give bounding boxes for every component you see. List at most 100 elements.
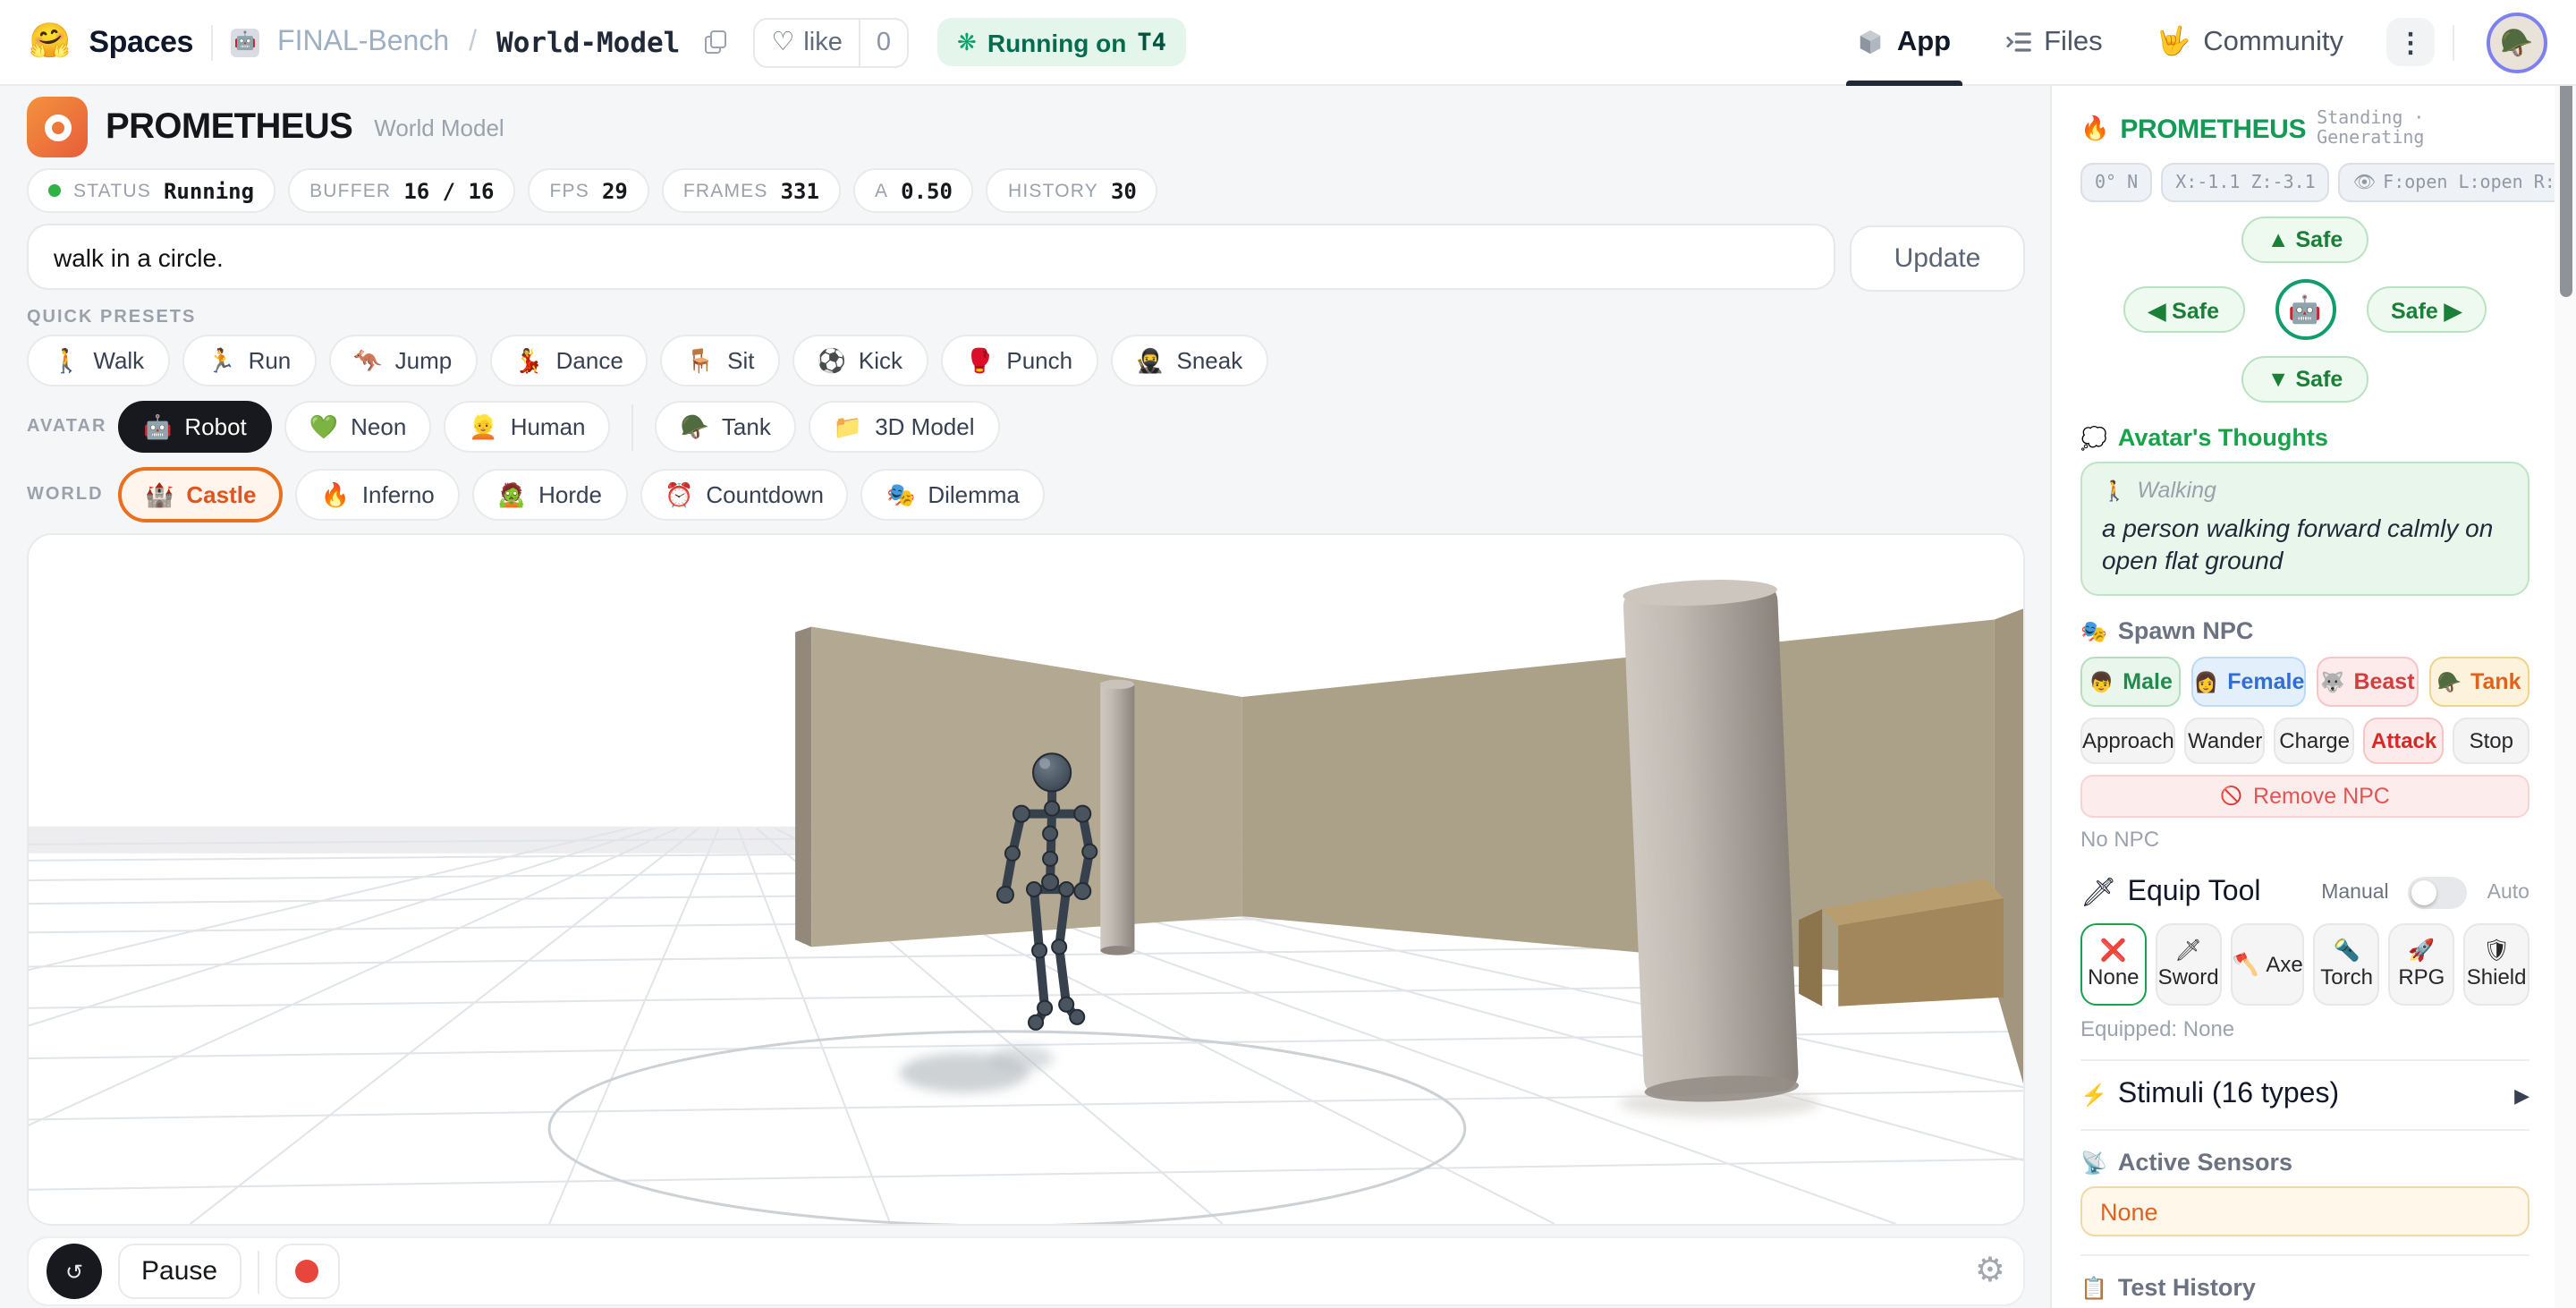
pause-button[interactable]: Pause	[118, 1244, 242, 1299]
update-button[interactable]: Update	[1850, 225, 2025, 292]
dilemma-icon: 🎭	[886, 481, 916, 508]
folder-icon: 📁	[833, 413, 863, 440]
breadcrumb-repo[interactable]: World-Model	[496, 26, 680, 58]
top-header: 🤗 Spaces 🤖 FINAL-Bench / World-Model ♡ l…	[0, 0, 2576, 86]
tank-icon: 🪖	[2436, 672, 2462, 694]
attack-button[interactable]: Attack	[2363, 718, 2445, 765]
tool-rpg-button[interactable]: 🚀 RPG	[2388, 923, 2455, 1006]
history-label: HISTORY	[1007, 180, 1098, 201]
reset-button[interactable]: ↺	[47, 1244, 102, 1299]
avatar-human[interactable]: 👱 Human	[444, 401, 611, 453]
control-sidebar: 🔥 PROMETHEUS Standing · Generating 0° N …	[2050, 86, 2576, 1308]
preset-jump[interactable]: 🦘 Jump	[328, 335, 478, 386]
fps-label: FPS	[549, 180, 589, 201]
copy-icon[interactable]	[705, 30, 727, 54]
preset-sneak[interactable]: 🥷 Sneak	[1110, 335, 1268, 386]
npc-status: No NPC	[2080, 827, 2160, 853]
spawn-female-button[interactable]: 👩 Female	[2191, 657, 2307, 708]
stop-button[interactable]: Stop	[2453, 718, 2529, 765]
thoughts-box: 🚶 Walking a person walking forward calml…	[2080, 462, 2529, 597]
tab-files[interactable]: Files	[1987, 0, 2120, 85]
preset-sit[interactable]: 🪑 Sit	[660, 335, 780, 386]
sensors-value: None	[2100, 1198, 2158, 1226]
record-button[interactable]	[275, 1244, 340, 1299]
avatar-shadow	[899, 1045, 1055, 1093]
quick-presets-label: QUICK PRESETS	[27, 308, 197, 327]
expand-icon[interactable]: ▶	[2514, 1084, 2529, 1108]
hardware-label: T4	[1137, 28, 1166, 56]
like-widget[interactable]: ♡ like 0	[753, 17, 910, 67]
torch-icon: 🔦	[2333, 938, 2360, 964]
preset-kick[interactable]: ⚽ Kick	[792, 335, 928, 386]
remove-npc-button[interactable]: 🚫 Remove NPC	[2080, 775, 2529, 819]
avatar-robot[interactable]: 🤖 Robot	[118, 401, 272, 453]
preset-run[interactable]: 🏃 Run	[182, 335, 317, 386]
thoughts-header-row: 💭 Avatar's Thoughts	[2080, 424, 2529, 451]
avatar-tank[interactable]: 🪖 Tank	[655, 401, 796, 453]
auto-equip-toggle[interactable]	[2408, 877, 2468, 910]
history-header-row[interactable]: 📋 Test History	[2080, 1275, 2529, 1302]
frames-label: FRAMES	[682, 180, 768, 201]
small-pillar	[1100, 679, 1135, 956]
like-button[interactable]: ♡ like	[755, 19, 859, 65]
world-dilemma[interactable]: 🎭 Dilemma	[860, 469, 1045, 521]
main-panel: PROMETHEUS World Model STATUS Running BU…	[0, 86, 2050, 1308]
world-countdown[interactable]: ⏰ Countdown	[640, 469, 849, 521]
tab-app[interactable]: App	[1840, 0, 1969, 85]
world-castle[interactable]: 🏰 Castle	[118, 467, 284, 522]
world-viewport[interactable]	[27, 533, 2025, 1226]
like-count[interactable]: 0	[858, 19, 907, 65]
world-horde[interactable]: 🧟 Horde	[471, 469, 627, 521]
clipboard-icon: 📋	[2080, 1275, 2107, 1301]
masks-icon: 🎭	[2080, 618, 2107, 644]
safe-up-button[interactable]: ▲ Safe	[2241, 217, 2368, 263]
tool-axe-button[interactable]: 🪓 Axe	[2230, 923, 2305, 1006]
npc-behavior-row: Approach Wander Charge Attack Stop	[2080, 718, 2529, 765]
safe-down-button[interactable]: ▼ Safe	[2241, 356, 2368, 403]
tool-row: ❌ None 🗡 Sword 🪓 Axe 🔦 Torch 🚀 RPG 🛡 Shield	[2080, 923, 2529, 1006]
page-scrollbar[interactable]: ▲	[2555, 0, 2576, 1308]
stimuli-row[interactable]: ⚡ Stimuli (16 types) ▶	[2080, 1080, 2529, 1112]
tool-sword-button[interactable]: 🗡 Sword	[2155, 923, 2222, 1006]
huggingface-logo-icon[interactable]: 🤗	[29, 25, 71, 59]
breadcrumb-owner[interactable]: FINAL-Bench	[277, 26, 449, 58]
history-value: 30	[1110, 178, 1137, 203]
approach-button[interactable]: Approach	[2080, 718, 2176, 765]
preset-dance[interactable]: 💃 Dance	[489, 335, 648, 386]
countdown-icon: ⏰	[665, 481, 694, 508]
large-pillar	[1623, 580, 1800, 1102]
tool-none-button[interactable]: ❌ None	[2080, 923, 2147, 1006]
punch-icon: 🥊	[965, 347, 995, 374]
preset-punch[interactable]: 🥊 Punch	[940, 335, 1098, 386]
charge-button[interactable]: Charge	[2274, 718, 2355, 765]
prompt-input[interactable]	[27, 224, 1835, 290]
world-inferno[interactable]: 🔥 Inferno	[295, 469, 460, 521]
owner-avatar[interactable]: 🤖	[231, 28, 260, 56]
avatar-compass-icon: 🤖	[2275, 279, 2335, 340]
sensors-value-box: None	[2080, 1186, 2529, 1237]
fps-pill: FPS 29	[528, 168, 649, 213]
header-divider-2	[2453, 24, 2454, 60]
spawn-tank-button[interactable]: 🪖 Tank	[2428, 657, 2529, 708]
safe-right-button[interactable]: Safe ▶	[2366, 286, 2487, 333]
spawn-beast-button[interactable]: 🐺 Beast	[2317, 657, 2419, 708]
tool-shield-button[interactable]: 🛡 Shield	[2463, 923, 2529, 1006]
running-label: Running on	[987, 28, 1127, 56]
rpg-icon: 🚀	[2408, 938, 2436, 964]
user-avatar[interactable]: 🪖	[2487, 12, 2547, 72]
settings-gear-icon[interactable]: ⚙	[1975, 1254, 2005, 1288]
a-pill: A 0.50	[852, 168, 974, 213]
preset-walk[interactable]: 🚶 Walk	[27, 335, 170, 386]
avatar-state: Standing · Generating	[2317, 109, 2425, 149]
spaces-link[interactable]: Spaces	[89, 24, 193, 60]
wander-button[interactable]: Wander	[2184, 718, 2266, 765]
more-options-button[interactable]: ⋮	[2386, 18, 2435, 66]
tool-torch-button[interactable]: 🔦 Torch	[2313, 923, 2380, 1006]
running-status-badge[interactable]: ❋ Running on T4	[937, 18, 1186, 66]
safe-left-button[interactable]: ◀ Safe	[2123, 286, 2244, 333]
spawn-male-button[interactable]: 👦 Male	[2080, 657, 2182, 708]
avatar-neon[interactable]: 💚 Neon	[284, 401, 432, 453]
tab-community[interactable]: 🤟 Community	[2139, 0, 2361, 85]
avatar-3d-model[interactable]: 📁 3D Model	[808, 401, 1000, 453]
app-title-row: PROMETHEUS World Model	[27, 95, 2025, 159]
